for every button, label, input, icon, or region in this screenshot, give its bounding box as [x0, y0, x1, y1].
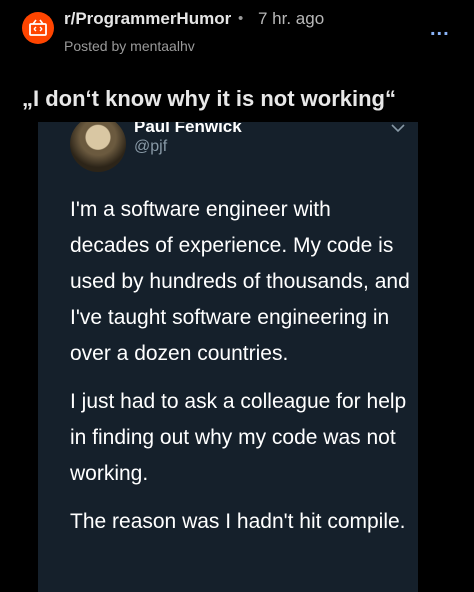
- tweet-display-name: Paul Fenwick: [134, 122, 242, 136]
- meta-separator: •: [238, 10, 244, 27]
- subreddit-name[interactable]: r/ProgrammerHumor: [64, 9, 231, 29]
- tweet-paragraph: The reason was I hadn't hit compile.: [70, 510, 406, 533]
- tweet-screenshot: Paul Fenwick @pjf I'm a software enginee…: [38, 122, 418, 592]
- post-title[interactable]: „I don‘t know why it is not working“: [22, 86, 396, 112]
- posted-by[interactable]: Posted by mentaalhv: [64, 38, 195, 54]
- tweet-handle: @pjf: [134, 138, 168, 155]
- tweet-paragraph: I just had to ask a colleague for help i…: [70, 390, 407, 485]
- post-time: 7 hr. ago: [258, 9, 325, 28]
- tweet-paragraph: I'm a software engineer with decades of …: [70, 198, 410, 365]
- more-options-icon[interactable]: ...: [430, 19, 450, 39]
- chevron-down-icon: [391, 124, 405, 133]
- tweet-body: I'm a software engineer with decades of …: [70, 192, 410, 552]
- avatar: [70, 122, 126, 172]
- subreddit-glyph: [29, 19, 47, 36]
- post-header: r/ProgrammerHumor • 7 hr. ago Posted by …: [0, 0, 474, 70]
- subreddit-icon[interactable]: [22, 12, 54, 44]
